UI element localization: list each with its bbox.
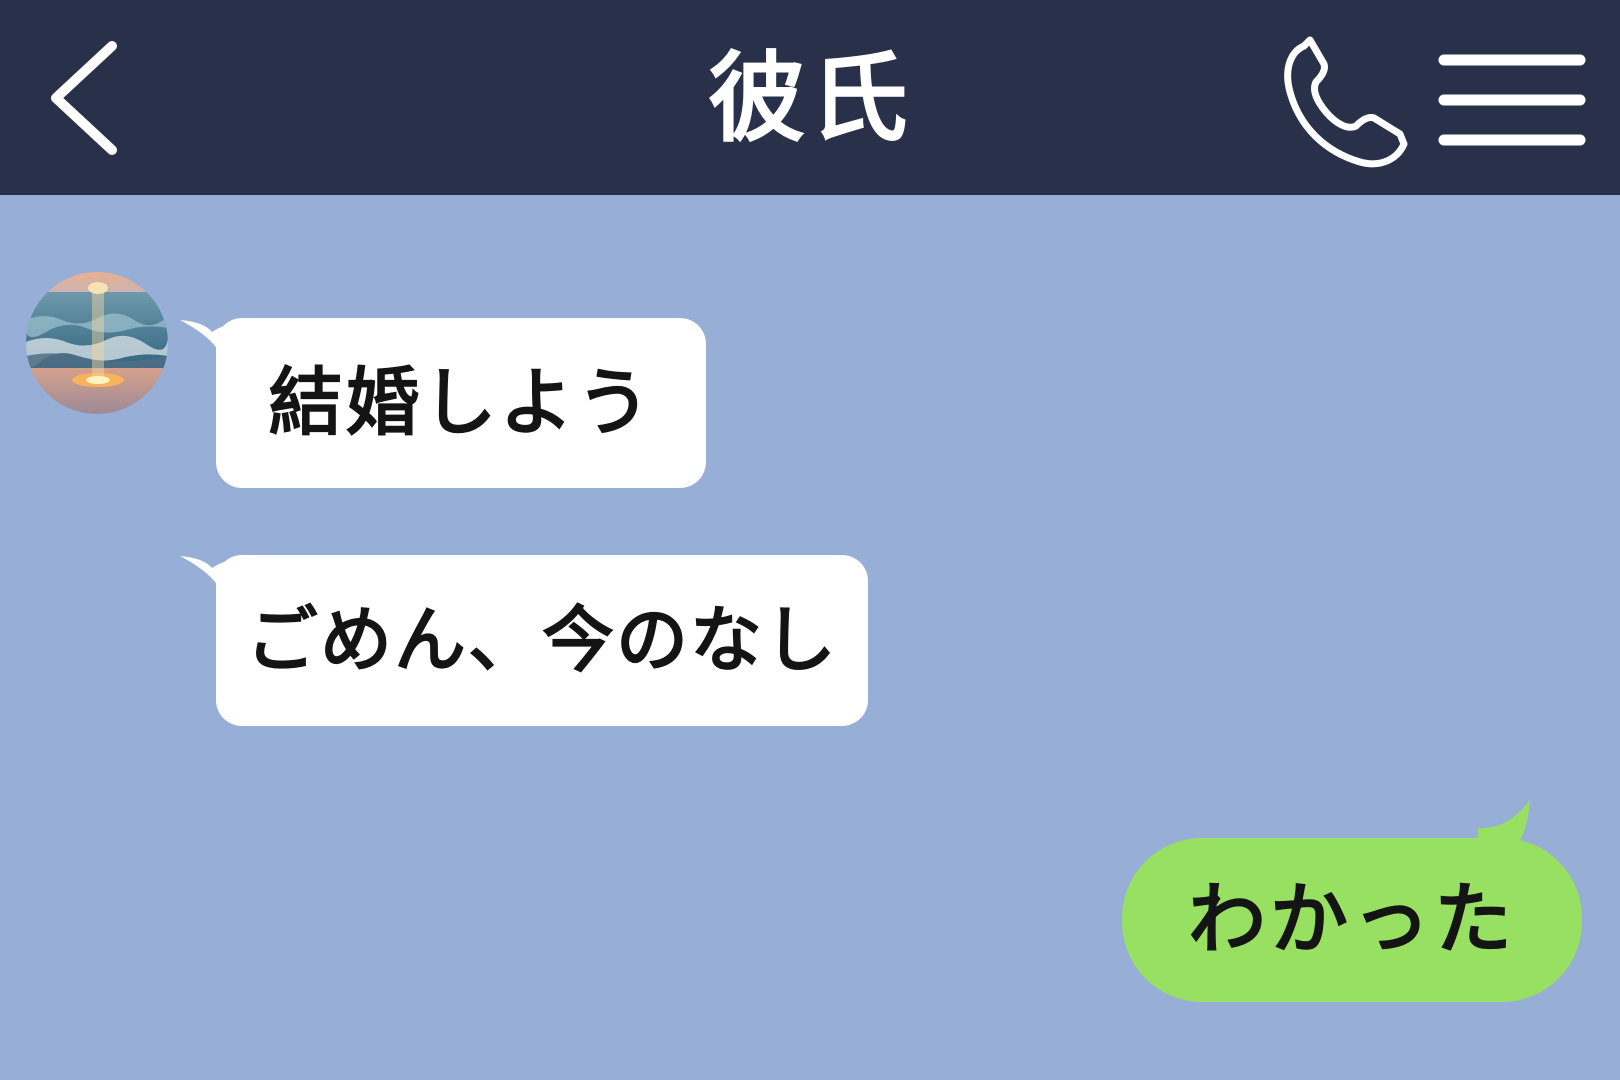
chat-header: 彼氏 — [0, 0, 1620, 195]
phone-icon — [1284, 36, 1408, 168]
message-bubble[interactable]: わかった — [1122, 838, 1582, 1002]
avatar-sunset-sea — [26, 272, 168, 414]
call-button[interactable] — [1282, 36, 1414, 168]
message-bubble[interactable]: 結婚しよう — [216, 318, 706, 488]
hamburger-menu-icon — [1438, 54, 1586, 146]
chat-screen: 彼氏 結婚しよう ごめん、今のなし わかった — [0, 0, 1620, 1080]
message-bubble[interactable]: ごめん、今のなし — [216, 555, 868, 726]
contact-avatar[interactable] — [26, 272, 168, 414]
menu-button[interactable] — [1438, 50, 1586, 150]
